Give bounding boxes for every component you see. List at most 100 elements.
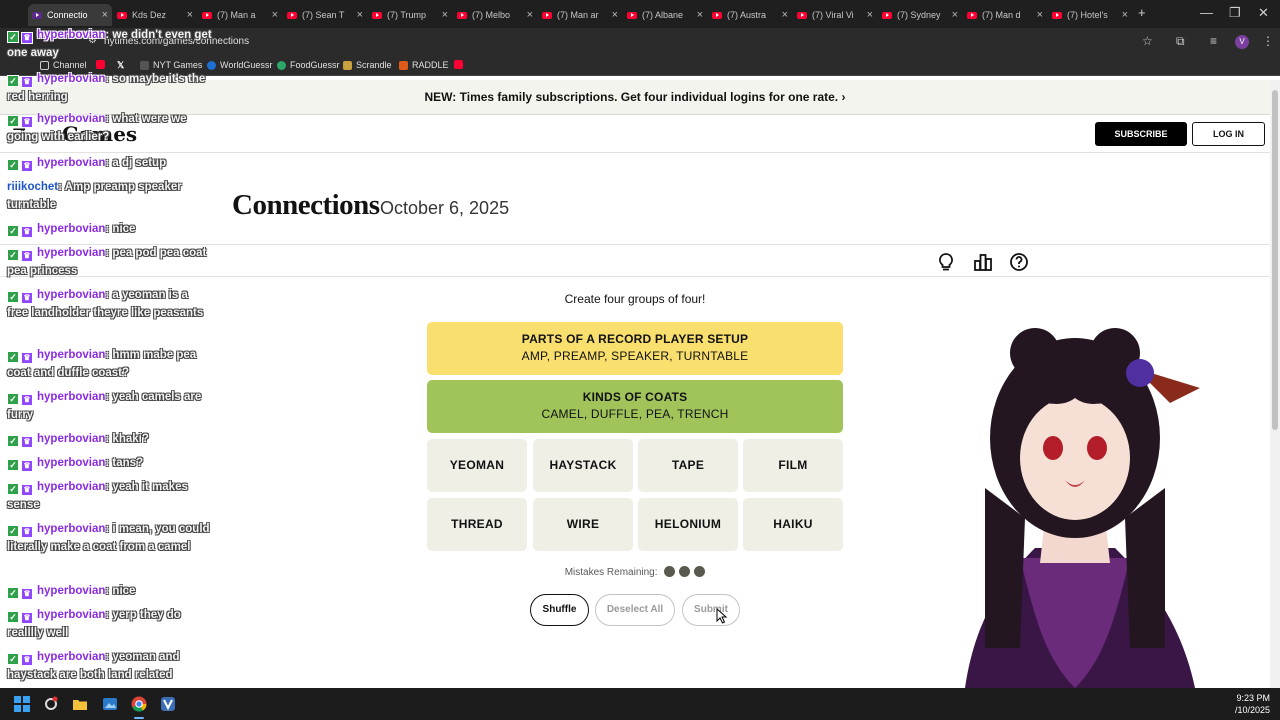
mistake-dot bbox=[679, 566, 691, 577]
chat-username[interactable]: hyperbovian bbox=[37, 289, 105, 301]
close-tab-icon[interactable]: × bbox=[1122, 9, 1128, 21]
chat-username[interactable]: hyperbovian bbox=[37, 73, 105, 85]
tab-title: Kds Dez bbox=[132, 10, 167, 20]
word-tile-tape[interactable]: TAPE bbox=[638, 439, 738, 492]
youtube-favicon-icon bbox=[117, 11, 127, 19]
browser-tab[interactable]: (7) Austra × bbox=[708, 4, 792, 26]
profile-avatar[interactable]: V bbox=[1235, 35, 1249, 49]
bookmark-raddle[interactable]: RADDLE bbox=[399, 60, 449, 70]
vtube-studio-icon[interactable] bbox=[160, 696, 176, 712]
chat-username[interactable]: hyperbovian bbox=[37, 481, 105, 493]
browser-tab[interactable]: (7) Viral Vi × bbox=[793, 4, 877, 26]
chat-username[interactable]: hyperbovian bbox=[37, 391, 105, 403]
settings-gear-icon[interactable] bbox=[43, 696, 59, 712]
chat-username[interactable]: riiikochet bbox=[7, 181, 58, 193]
close-tab-icon[interactable]: × bbox=[187, 9, 193, 21]
word-tile-film[interactable]: FILM bbox=[743, 439, 843, 492]
subscribe-button[interactable]: SUBSCRIBE bbox=[1095, 122, 1187, 146]
media-control-icon[interactable]: ≡ bbox=[1210, 34, 1217, 48]
file-explorer-icon[interactable] bbox=[72, 696, 88, 712]
word-tile-wire[interactable]: WIRE bbox=[533, 498, 633, 551]
word-tile-haystack[interactable]: HAYSTACK bbox=[533, 439, 633, 492]
bookmark-worldguessr[interactable]: WorldGuessr bbox=[207, 60, 272, 70]
close-tab-icon[interactable]: × bbox=[102, 9, 108, 21]
menu-kebab-icon[interactable]: ⋮ bbox=[1262, 34, 1274, 48]
browser-tab[interactable]: Connectio × bbox=[28, 4, 112, 26]
browser-tab[interactable]: (7) Sean T × bbox=[283, 4, 367, 26]
browser-tab[interactable]: (7) Hotel's × bbox=[1048, 4, 1132, 26]
chat-username[interactable]: hyperbovian bbox=[37, 223, 105, 235]
vtuber-avatar-image bbox=[965, 328, 1200, 688]
close-tab-icon[interactable]: × bbox=[612, 9, 618, 21]
bookmark-label: WorldGuessr bbox=[220, 60, 273, 70]
scroll-thumb[interactable] bbox=[1272, 90, 1278, 430]
browser-tab[interactable]: (7) Man d × bbox=[963, 4, 1047, 26]
leaderboard-icon[interactable] bbox=[973, 252, 993, 272]
photos-app-icon[interactable] bbox=[102, 696, 118, 712]
lightbulb-hint-icon[interactable] bbox=[936, 252, 956, 272]
shuffle-button[interactable]: Shuffle bbox=[530, 594, 589, 626]
close-window-icon[interactable]: ✕ bbox=[1258, 5, 1269, 21]
close-tab-icon[interactable]: × bbox=[527, 9, 533, 21]
chat-username[interactable]: hyperbovian bbox=[37, 349, 105, 361]
login-button[interactable]: LOG IN bbox=[1192, 122, 1265, 146]
close-tab-icon[interactable]: × bbox=[867, 9, 873, 21]
word-tile-helonium[interactable]: HELONIUM bbox=[638, 498, 738, 551]
page-scrollbar[interactable] bbox=[1270, 80, 1280, 688]
chat-username[interactable]: hyperbovian bbox=[37, 585, 105, 597]
browser-tab[interactable]: (7) Trump × bbox=[368, 4, 452, 26]
prime-badge-icon: ♛ bbox=[21, 32, 33, 44]
verified-badge-icon: ✓ bbox=[7, 291, 19, 303]
minimize-icon[interactable]: — bbox=[1200, 5, 1213, 20]
chat-username[interactable]: hyperbovian bbox=[37, 523, 105, 535]
chat-text: nice bbox=[112, 223, 136, 235]
prime-badge-icon: ♛ bbox=[21, 76, 33, 88]
close-tab-icon[interactable]: × bbox=[782, 9, 788, 21]
chrome-browser-icon[interactable] bbox=[131, 696, 147, 712]
clock-date: /10/2025 bbox=[1234, 705, 1270, 715]
help-icon[interactable] bbox=[1009, 252, 1029, 272]
youtube-bookmark-icon[interactable] bbox=[454, 60, 463, 69]
close-tab-icon[interactable]: × bbox=[697, 9, 703, 21]
word-tile-thread[interactable]: THREAD bbox=[427, 498, 527, 551]
bookmark-scrandle[interactable]: Scrandle bbox=[343, 60, 392, 70]
chat-username[interactable]: hyperbovian bbox=[37, 247, 105, 259]
browser-tab[interactable]: (7) Sydney × bbox=[878, 4, 962, 26]
mistakes-label: Mistakes Remaining: bbox=[564, 567, 658, 578]
word-tile-yeoman[interactable]: YEOMAN bbox=[427, 439, 527, 492]
chat-username[interactable]: hyperbovian bbox=[37, 609, 105, 621]
windows-start-icon[interactable] bbox=[14, 696, 30, 712]
browser-tab[interactable]: (7) Melbo × bbox=[453, 4, 537, 26]
close-tab-icon[interactable]: × bbox=[357, 9, 363, 21]
browser-tab[interactable]: (7) Man ar × bbox=[538, 4, 622, 26]
group-category: PARTS OF A RECORD PLAYER SETUP bbox=[521, 332, 749, 346]
browser-tab[interactable]: (7) Man a × bbox=[198, 4, 282, 26]
chat-username[interactable]: hyperbovian bbox=[37, 433, 105, 445]
browser-tab[interactable]: Kds Dez × bbox=[113, 4, 197, 26]
chat-username[interactable]: hyperbovian bbox=[37, 113, 105, 125]
chat-username[interactable]: hyperbovian bbox=[37, 29, 105, 41]
close-tab-icon[interactable]: × bbox=[952, 9, 958, 21]
word-tile-haiku[interactable]: HAIKU bbox=[743, 498, 843, 551]
verified-badge-icon: ✓ bbox=[7, 483, 19, 495]
submit-button[interactable]: Submit bbox=[682, 594, 740, 626]
prime-badge-icon: ♛ bbox=[21, 436, 33, 448]
chat-username[interactable]: hyperbovian bbox=[37, 457, 105, 469]
prime-badge-icon: ♛ bbox=[21, 394, 33, 406]
extensions-icon[interactable]: ⧉ bbox=[1176, 34, 1185, 49]
deselect-all-button[interactable]: Deselect All bbox=[595, 594, 675, 626]
browser-tab[interactable]: (7) Albane × bbox=[623, 4, 707, 26]
chat-username[interactable]: hyperbovian bbox=[37, 651, 105, 663]
close-tab-icon[interactable]: × bbox=[1037, 9, 1043, 21]
youtube-favicon-icon bbox=[287, 11, 297, 19]
restore-icon[interactable]: ❐ bbox=[1229, 5, 1241, 21]
chat-username[interactable]: hyperbovian bbox=[37, 157, 105, 169]
new-tab-button[interactable]: + bbox=[1138, 5, 1146, 20]
system-clock[interactable]: 9:23 PM /10/2025 bbox=[1235, 692, 1270, 716]
youtube-favicon-icon bbox=[202, 11, 212, 19]
close-tab-icon[interactable]: × bbox=[442, 9, 448, 21]
close-tab-icon[interactable]: × bbox=[272, 9, 278, 21]
bookmark-foodguessr[interactable]: FoodGuessr bbox=[277, 60, 340, 70]
verified-badge-icon: ✓ bbox=[7, 351, 19, 363]
bookmark-star-icon[interactable]: ☆ bbox=[1142, 34, 1153, 48]
